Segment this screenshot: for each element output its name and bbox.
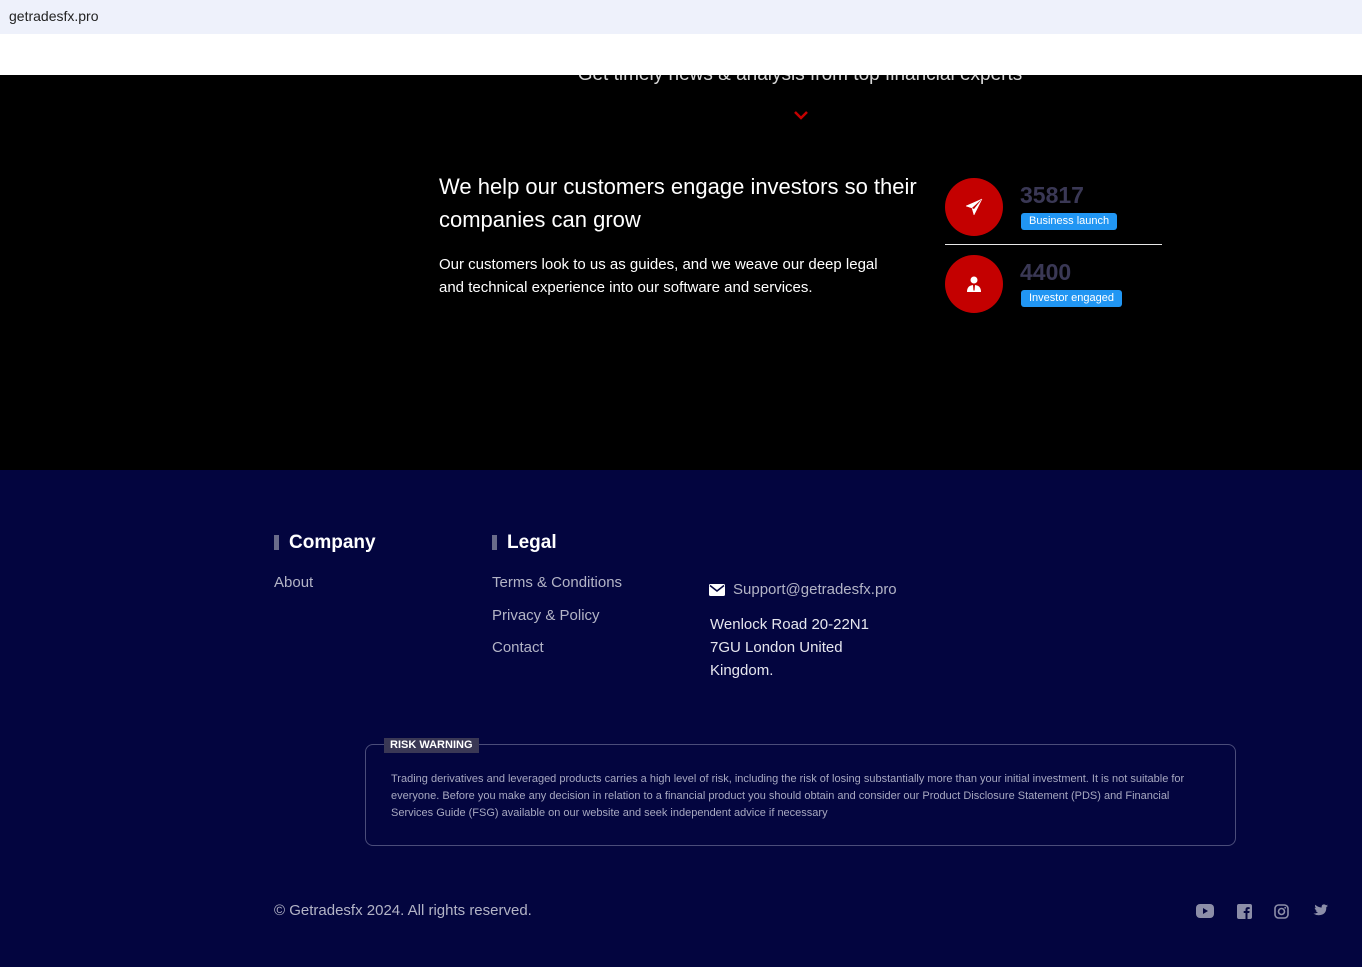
- stat-circle: [945, 178, 1003, 236]
- hero-description: Our customers look to us as guides, and …: [439, 256, 878, 296]
- footer-link-about[interactable]: About: [274, 574, 313, 591]
- stat-divider: [945, 244, 1162, 245]
- company-address: Wenlock Road 20-22N1 7GU London United K…: [710, 613, 880, 682]
- browser-address-bar[interactable]: getradesfx.pro: [0, 0, 1362, 34]
- risk-warning-label: RISK WARNING: [384, 738, 479, 753]
- stat-value: 4400: [1020, 259, 1072, 285]
- footer-link-privacy[interactable]: Privacy & Policy: [492, 607, 600, 624]
- envelope-icon: [709, 584, 725, 596]
- facebook-icon[interactable]: [1235, 902, 1253, 920]
- hero-title: We help our customers engage investors s…: [439, 174, 917, 232]
- paper-plane-icon: [965, 198, 983, 216]
- address-line: Wenlock Road 20-22N1: [710, 616, 869, 633]
- url-text[interactable]: getradesfx.pro: [9, 8, 99, 24]
- stat-badge: Investor engaged: [1021, 290, 1123, 307]
- address-line: 7GU London United: [710, 639, 843, 656]
- copyright-text: © Getradesfx 2024. All rights reserved.: [274, 902, 532, 919]
- header-strip: [0, 34, 1362, 75]
- address-line: Kingdom.: [710, 662, 774, 679]
- user-tie-icon: [967, 276, 981, 292]
- stat-badge: Business launch: [1021, 213, 1118, 230]
- footer-link-terms[interactable]: Terms & Conditions: [492, 574, 622, 591]
- hero-tagline: Get timely news & analysis from top fina…: [0, 75, 1362, 86]
- youtube-icon[interactable]: [1196, 902, 1214, 920]
- stat-value: 35817: [1020, 182, 1084, 208]
- instagram-icon[interactable]: [1272, 902, 1290, 920]
- twitter-icon[interactable]: [1310, 902, 1328, 920]
- company-heading: Company: [274, 532, 376, 554]
- footer-link-contact[interactable]: Contact: [492, 639, 544, 656]
- hero-section: Get timely news & analysis from top fina…: [0, 75, 1362, 470]
- site-footer: Company About Legal Terms & Conditions P…: [0, 470, 1362, 967]
- legal-heading: Legal: [492, 532, 557, 554]
- support-email-link[interactable]: Support@getradesfx.pro: [733, 581, 897, 598]
- risk-warning-text: Trading derivatives and leveraged produc…: [391, 773, 1185, 819]
- chevron-down-icon[interactable]: [793, 109, 809, 121]
- stat-circle: [945, 255, 1003, 313]
